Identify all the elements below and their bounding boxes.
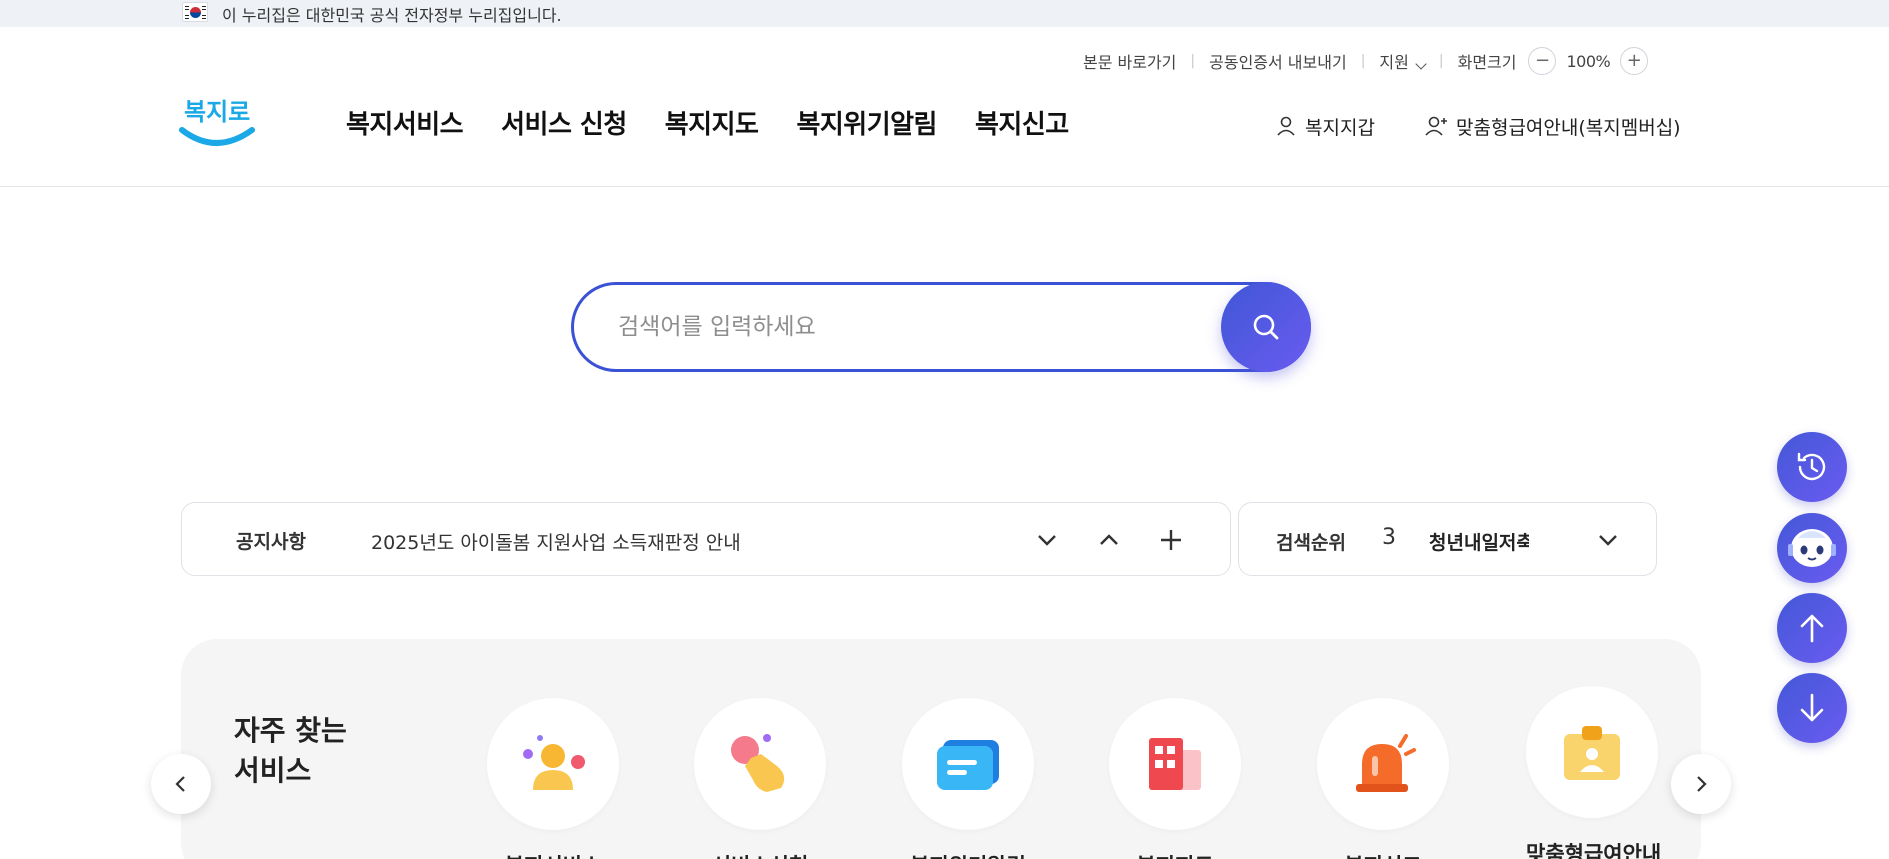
- chatbot-button[interactable]: [1777, 513, 1847, 583]
- nav-welfare-map[interactable]: 복지지도: [665, 104, 759, 141]
- logo-text: 복지로: [184, 98, 250, 126]
- hand-tap-icon: [731, 734, 785, 792]
- plus-icon: +: [1626, 50, 1642, 71]
- service-circle: [902, 698, 1034, 830]
- chevron-down-icon: [1415, 58, 1427, 70]
- chatbot-icon: [1788, 529, 1836, 567]
- support-label: 지원: [1379, 53, 1409, 72]
- zoom-value: 100%: [1566, 51, 1611, 71]
- zoom-label: 화면크기: [1457, 53, 1517, 72]
- message-icon: [937, 740, 999, 790]
- gov-banner-text: 이 누리집은 대한민국 공식 전자정부 누리집입니다.: [222, 6, 562, 25]
- service-label: 맞춤형급여안내: [1526, 842, 1662, 859]
- divider: |: [1438, 53, 1444, 69]
- service-label: 복지서비스: [487, 850, 619, 859]
- gov-banner: 이 누리집은 대한민국 공식 전자정부 누리집입니다.: [0, 0, 1889, 27]
- service-circle: [1526, 686, 1658, 818]
- people-icon: [523, 735, 585, 790]
- chevron-right-icon: [1697, 776, 1707, 792]
- arrow-up-icon: [1800, 614, 1824, 643]
- service-label: 복지위기알림: [902, 850, 1034, 859]
- support-dropdown[interactable]: 지원: [1379, 49, 1427, 73]
- service-circle: [1317, 698, 1449, 830]
- zoom-out-button[interactable]: −: [1528, 47, 1557, 75]
- plus-icon: [1161, 530, 1181, 550]
- header-divider: [0, 186, 1889, 187]
- membership-link[interactable]: 맞춤형급여안내(복지멤버십): [1424, 112, 1681, 140]
- recent-history-button[interactable]: [1777, 432, 1847, 502]
- user-add-icon: [1425, 116, 1447, 136]
- service-label: 서비스신청: [694, 850, 826, 859]
- service-apply[interactable]: 서비스신청: [694, 698, 826, 859]
- notice-bar: 공지사항 2025년도 아이돌봄 지원사업 소득재판정 안내: [181, 502, 1231, 576]
- frequent-services-title: 자주 찾는 서비스: [234, 711, 347, 791]
- carousel-next-button[interactable]: [1671, 754, 1731, 814]
- service-crisis-alert[interactable]: 복지위기알림: [902, 698, 1034, 859]
- service-label: 복지지도: [1109, 850, 1241, 859]
- chevron-down-icon: [1038, 535, 1056, 546]
- utility-nav: 본문 바로가기 | 공동인증서 내보내기 | 지원 | 화면크기 − 100% …: [1083, 47, 1649, 75]
- scroll-top-button[interactable]: [1777, 593, 1847, 663]
- carousel-prev-button[interactable]: [151, 754, 211, 814]
- map-building-icon: [1149, 738, 1201, 790]
- id-badge-icon: [1564, 726, 1620, 780]
- service-circle: [487, 698, 619, 830]
- cert-export-link[interactable]: 공동인증서 내보내기: [1209, 49, 1347, 73]
- frequent-title-line1: 자주 찾는: [234, 714, 347, 747]
- chevron-up-icon: [1100, 534, 1118, 545]
- rank-number: 3: [1382, 525, 1396, 550]
- notice-prev-button[interactable]: [1092, 523, 1126, 557]
- frequent-title-line2: 서비스: [234, 754, 312, 787]
- main-nav: 복지서비스 서비스 신청 복지지도 복지위기알림 복지신고: [346, 104, 1107, 141]
- korean-flag-icon: [182, 2, 208, 22]
- search-button[interactable]: [1221, 282, 1311, 372]
- search-box: [571, 282, 1311, 372]
- wallet-label: 복지지갑: [1305, 116, 1375, 139]
- service-circle: [694, 698, 826, 830]
- divider: |: [1360, 53, 1366, 69]
- notice-next-button[interactable]: [1030, 523, 1064, 557]
- scroll-bottom-button[interactable]: [1777, 673, 1847, 743]
- chevron-left-icon: [175, 776, 185, 792]
- service-label: 복지신고: [1317, 850, 1449, 859]
- minus-icon: −: [1534, 50, 1551, 71]
- zoom-in-button[interactable]: +: [1620, 47, 1649, 75]
- divider: |: [1190, 53, 1196, 69]
- membership-label: 맞춤형급여안내(복지멤버십): [1456, 116, 1681, 139]
- history-icon: [1797, 452, 1826, 481]
- wallet-link[interactable]: 복지지갑: [1275, 112, 1375, 140]
- nav-crisis-alert[interactable]: 복지위기알림: [796, 104, 937, 141]
- nav-welfare-service[interactable]: 복지서비스: [346, 104, 464, 141]
- search-icon: [1253, 314, 1279, 340]
- skip-to-content-link[interactable]: 본문 바로가기: [1083, 49, 1176, 73]
- service-welfare-map[interactable]: 복지지도: [1109, 698, 1241, 859]
- service-welfare-report[interactable]: 복지신고: [1317, 698, 1449, 859]
- notice-more-button[interactable]: [1154, 523, 1188, 557]
- search-rank-bar: 검색순위 3 청년내일저축계좌: [1238, 502, 1657, 576]
- rank-keyword[interactable]: 청년내일저축계좌: [1429, 528, 1529, 555]
- siren-icon: [1356, 734, 1416, 792]
- service-custom-benefit[interactable]: 맞춤형급여안내: [1526, 686, 1662, 859]
- service-circle: [1109, 698, 1241, 830]
- nav-welfare-report[interactable]: 복지신고: [975, 104, 1069, 141]
- arrow-down-icon: [1800, 693, 1824, 722]
- bokjiro-logo[interactable]: 복지로: [178, 86, 256, 154]
- notice-text[interactable]: 2025년도 아이돌봄 지원사업 소득재판정 안내: [371, 528, 741, 555]
- user-icon: [1277, 116, 1295, 136]
- service-welfare[interactable]: 복지서비스: [487, 698, 619, 859]
- rank-expand-button[interactable]: [1591, 523, 1625, 557]
- chevron-down-icon: [1599, 535, 1617, 546]
- nav-service-apply[interactable]: 서비스 신청: [501, 104, 627, 141]
- rank-label: 검색순위: [1276, 532, 1346, 554]
- notice-label: 공지사항: [236, 531, 306, 553]
- search-input[interactable]: [618, 309, 1178, 345]
